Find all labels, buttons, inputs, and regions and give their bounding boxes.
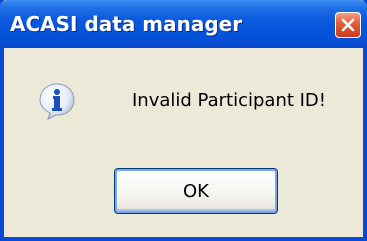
message-text: Invalid Participant ID! bbox=[132, 90, 327, 111]
close-button[interactable] bbox=[335, 12, 361, 38]
title-bar[interactable]: ACASI data manager bbox=[0, 0, 367, 48]
info-icon bbox=[38, 82, 76, 120]
window-title: ACASI data manager bbox=[10, 12, 243, 36]
ok-button[interactable]: OK bbox=[114, 168, 278, 214]
message-dialog-window: ACASI data manager Invalid Participant I… bbox=[0, 0, 367, 241]
close-icon bbox=[341, 18, 355, 32]
ok-button-label: OK bbox=[183, 180, 209, 202]
